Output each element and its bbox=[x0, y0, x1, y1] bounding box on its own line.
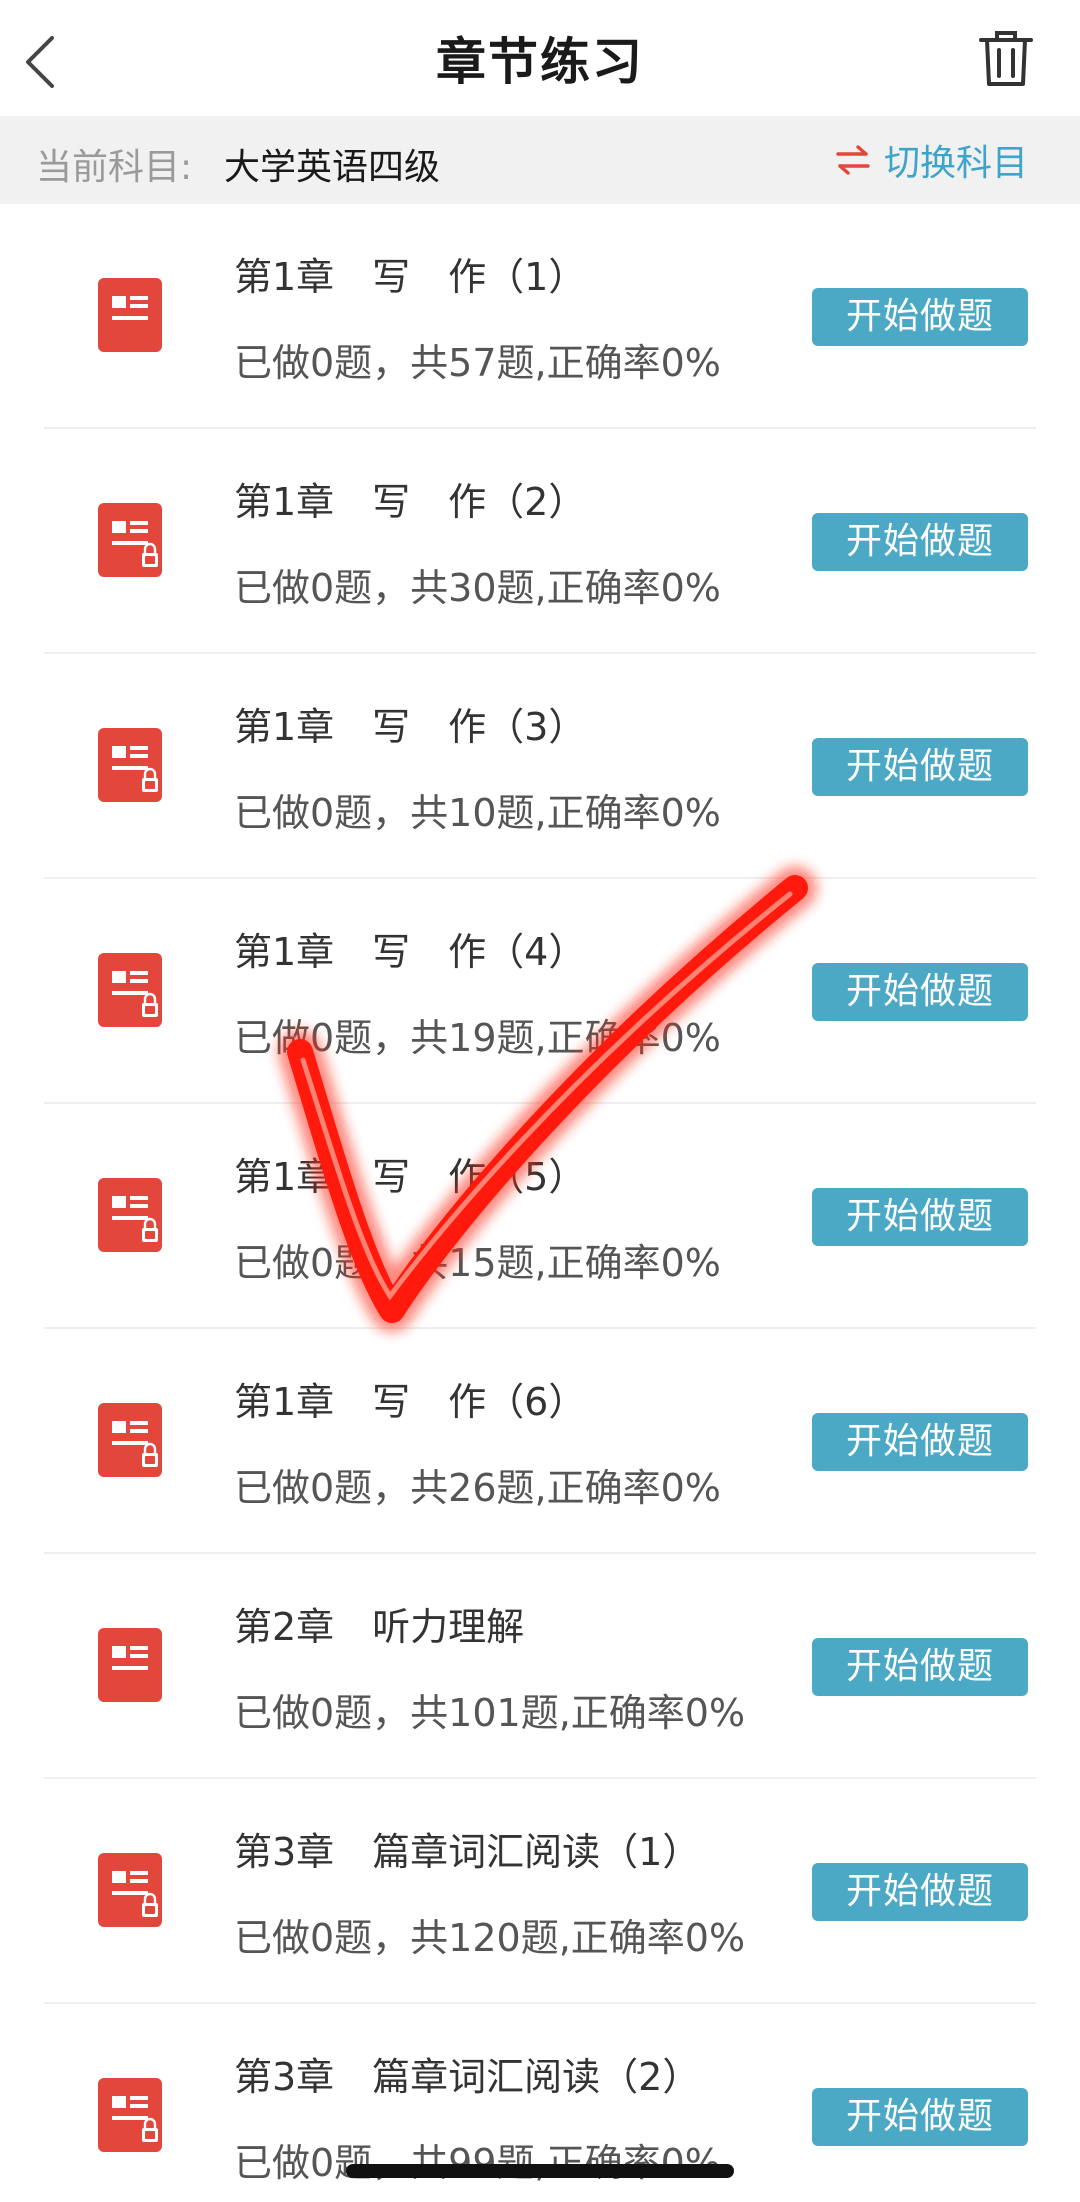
delete-button[interactable] bbox=[975, 28, 1037, 88]
chapter-item[interactable]: 第1章 写 作（4） 已做0题，共19题,正确率0% 开始做题 bbox=[0, 879, 1080, 1104]
chapter-title: 第1章 写 作（2） bbox=[234, 480, 587, 524]
chapter-stats: 已做0题，共30题,正确率0% bbox=[234, 566, 721, 610]
document-icon bbox=[98, 503, 162, 577]
start-practice-button[interactable]: 开始做题 bbox=[812, 513, 1028, 571]
chapter-stats: 已做0题，共10题,正确率0% bbox=[234, 791, 721, 835]
chapter-stats: 已做0题，共120题,正确率0% bbox=[234, 1916, 746, 1960]
chapter-title: 第1章 写 作（1） bbox=[234, 255, 587, 299]
chapter-stats: 已做0题，共101题,正确率0% bbox=[234, 1691, 746, 1735]
chapter-title: 第1章 写 作（4） bbox=[234, 930, 587, 974]
home-indicator[interactable] bbox=[346, 2164, 734, 2178]
document-icon bbox=[98, 1853, 162, 1927]
start-practice-button[interactable]: 开始做题 bbox=[812, 1863, 1028, 1921]
document-icon bbox=[98, 278, 162, 352]
document-icon bbox=[98, 1403, 162, 1477]
nav-header: 章节练习 bbox=[0, 0, 1080, 116]
chapter-title: 第2章 听力理解 bbox=[234, 1605, 525, 1649]
document-icon bbox=[98, 1178, 162, 1252]
start-practice-button[interactable]: 开始做题 bbox=[812, 1413, 1028, 1471]
document-icon bbox=[98, 728, 162, 802]
document-icon bbox=[98, 953, 162, 1027]
chapter-item[interactable]: 第1章 写 作（1） 已做0题，共57题,正确率0% 开始做题 bbox=[0, 204, 1080, 429]
chapter-item[interactable]: 第3章 篇章词汇阅读（1） 已做0题，共120题,正确率0% 开始做题 bbox=[0, 1779, 1080, 2004]
start-practice-button[interactable]: 开始做题 bbox=[812, 2088, 1028, 2146]
subject-bar: 当前科目: 大学英语四级 切换科目 bbox=[0, 116, 1080, 204]
start-practice-button[interactable]: 开始做题 bbox=[812, 1638, 1028, 1696]
start-practice-button[interactable]: 开始做题 bbox=[812, 1188, 1028, 1246]
document-icon bbox=[98, 2078, 162, 2152]
start-practice-button[interactable]: 开始做题 bbox=[812, 288, 1028, 346]
start-practice-button[interactable]: 开始做题 bbox=[812, 738, 1028, 796]
chapter-title: 第1章 写 作（5） bbox=[234, 1155, 587, 1199]
document-icon bbox=[98, 1628, 162, 1702]
chapter-title: 第1章 写 作（3） bbox=[234, 705, 587, 749]
switch-subject-button[interactable]: 切换科目 bbox=[836, 136, 1028, 184]
chapter-stats: 已做0题，共99题,正确率0% bbox=[234, 2141, 721, 2185]
chapter-title: 第3章 篇章词汇阅读（2） bbox=[234, 2055, 701, 2099]
trash-icon bbox=[979, 31, 1033, 86]
subject-value: 大学英语四级 bbox=[224, 147, 441, 188]
chapter-item[interactable]: 第1章 写 作（6） 已做0题，共26题,正确率0% 开始做题 bbox=[0, 1329, 1080, 1554]
chapter-item[interactable]: 第1章 写 作（3） 已做0题，共10题,正确率0% 开始做题 bbox=[0, 654, 1080, 879]
screen: 章节练习 当前科目: 大学英语四级 切换科目 第1章 写 作（1） 已做0题，共… bbox=[0, 0, 1080, 2202]
chapter-stats: 已做0题，共19题,正确率0% bbox=[234, 1016, 721, 1060]
chapter-item[interactable]: 第1章 写 作（5） 已做0题，共15题,正确率0% 开始做题 bbox=[0, 1104, 1080, 1329]
chapter-stats: 已做0题，共15题,正确率0% bbox=[234, 1241, 721, 1285]
subject-label: 当前科目: bbox=[36, 147, 193, 188]
chapter-stats: 已做0题，共57题,正确率0% bbox=[234, 341, 721, 385]
switch-subject-label: 切换科目 bbox=[883, 143, 1028, 184]
page-title: 章节练习 bbox=[436, 33, 644, 91]
chapter-item[interactable]: 第1章 写 作（2） 已做0题，共30题,正确率0% 开始做题 bbox=[0, 429, 1080, 654]
start-practice-button[interactable]: 开始做题 bbox=[812, 963, 1028, 1021]
chapter-item[interactable]: 第2章 听力理解已做0题，共101题,正确率0% 开始做题 bbox=[0, 1554, 1080, 1779]
chapter-title: 第3章 篇章词汇阅读（1） bbox=[234, 1830, 701, 1874]
swap-arrows-icon bbox=[836, 145, 870, 175]
chapter-title: 第1章 写 作（6） bbox=[234, 1380, 587, 1424]
chapter-stats: 已做0题，共26题,正确率0% bbox=[234, 1466, 721, 1510]
